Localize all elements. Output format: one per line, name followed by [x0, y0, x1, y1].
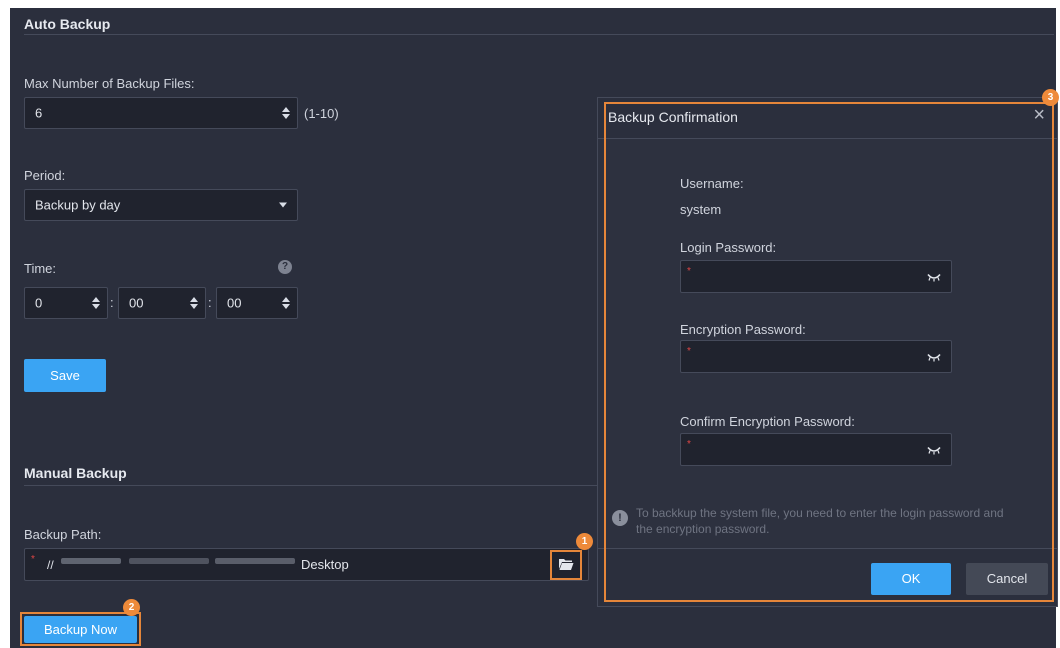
callout-3-highlight [604, 102, 1054, 602]
time-minute-value: 00 [129, 295, 144, 311]
max-files-input[interactable]: 6 [24, 97, 298, 129]
time-hour-input[interactable]: 0 [24, 287, 108, 319]
redacted-path-segment [215, 558, 295, 564]
time-separator: : [208, 295, 212, 310]
backup-path-input[interactable]: * // Desktop [24, 548, 589, 581]
question-circle-icon[interactable]: ? [278, 260, 292, 274]
manual-backup-title: Manual Backup [24, 465, 127, 481]
path-suffix: Desktop [301, 557, 349, 572]
time-hour-value: 0 [35, 295, 43, 311]
time-separator: : [110, 295, 114, 310]
callout-badge-1: 1 [576, 533, 593, 550]
auto-backup-title: Auto Backup [24, 16, 111, 32]
manual-backup-divider [24, 485, 610, 486]
period-label: Period: [24, 168, 66, 183]
period-value: Backup by day [35, 197, 121, 213]
folder-open-icon[interactable] [558, 557, 574, 574]
up-down-arrows-icon[interactable] [281, 296, 291, 310]
up-down-arrows-icon[interactable] [189, 296, 199, 310]
callout-badge-3: 3 [1042, 89, 1059, 106]
period-select[interactable]: Backup by day [24, 189, 298, 221]
max-files-range: (1-10) [304, 106, 339, 121]
backup-path-label: Backup Path: [24, 527, 102, 542]
time-label: Time: [24, 261, 57, 276]
time-second-value: 00 [227, 295, 242, 311]
save-button[interactable]: Save [24, 359, 106, 392]
redacted-path-segment [129, 558, 209, 564]
time-second-input[interactable]: 00 [216, 287, 298, 319]
max-files-label: Max Number of Backup Files: [24, 76, 195, 91]
path-prefix: // [47, 558, 54, 572]
auto-backup-divider [24, 34, 1054, 35]
up-down-arrows-icon[interactable] [281, 106, 291, 120]
callout-badge-2: 2 [123, 599, 140, 616]
backup-now-button[interactable]: Backup Now [24, 616, 137, 643]
max-files-value: 6 [35, 105, 43, 121]
redacted-path-segment [61, 558, 121, 564]
caret-down-icon [279, 202, 287, 208]
up-down-arrows-icon[interactable] [91, 296, 101, 310]
time-minute-input[interactable]: 00 [118, 287, 206, 319]
required-mark: * [31, 554, 35, 565]
